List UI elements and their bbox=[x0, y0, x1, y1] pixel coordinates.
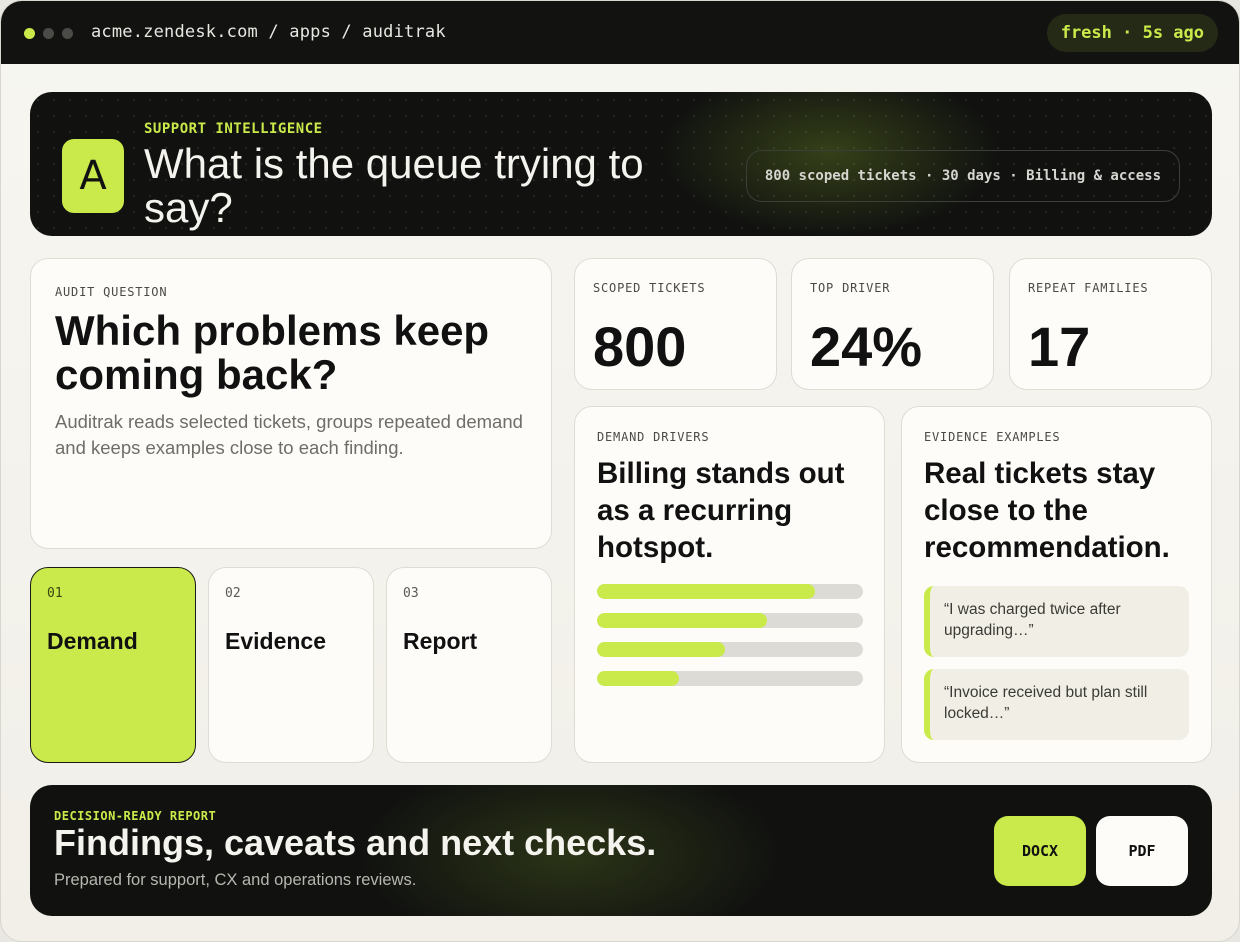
demand-drivers-title: Billing stands out as a recurring hotspo… bbox=[597, 457, 845, 564]
step-name: Demand bbox=[47, 628, 138, 654]
step-name: Report bbox=[403, 628, 478, 654]
export-docx-button[interactable]: DOCX bbox=[994, 816, 1086, 886]
demand-drivers-card: DEMAND DRIVERS Billing stands out as a r… bbox=[574, 406, 885, 763]
stat-label: SCOPED TICKETS bbox=[593, 281, 706, 295]
evidence-label: EVIDENCE EXAMPLES bbox=[924, 430, 1061, 444]
page-title: What is the queue trying to say? bbox=[144, 140, 644, 231]
report-banner: DECISION-READY REPORT Findings, caveats … bbox=[30, 785, 1212, 916]
driver-bar bbox=[597, 642, 863, 657]
step-tab-report[interactable]: 03 Report bbox=[386, 567, 552, 763]
ticket-quote[interactable]: “Invoice received but plan still locked…… bbox=[924, 669, 1189, 740]
url-breadcrumb[interactable]: acme.zendesk.com / apps / auditrak bbox=[91, 22, 446, 42]
stat-card-repeat-families: REPEAT FAMILIES 17 bbox=[1009, 258, 1212, 390]
step-tab-demand[interactable]: 01 Demand bbox=[30, 567, 196, 763]
demand-drivers-label: DEMAND DRIVERS bbox=[597, 430, 710, 444]
app-window: acme.zendesk.com / apps / auditrak fresh… bbox=[0, 0, 1240, 942]
report-subtitle: Prepared for support, CX and operations … bbox=[54, 871, 417, 889]
stat-value: 800 bbox=[593, 315, 687, 378]
driver-bar-fill bbox=[597, 642, 725, 657]
driver-bar-fill bbox=[597, 671, 680, 686]
hero-kicker: SUPPORT INTELLIGENCE bbox=[144, 121, 323, 137]
freshness-badge: fresh · 5s ago bbox=[1046, 14, 1218, 52]
step-number: 01 bbox=[47, 586, 63, 601]
step-name: Evidence bbox=[225, 628, 326, 654]
step-number: 03 bbox=[403, 586, 419, 601]
driver-bar-fill bbox=[597, 613, 768, 628]
audit-question-description: Auditrak reads selected tickets, groups … bbox=[55, 411, 523, 458]
app-logo: A bbox=[62, 139, 124, 213]
window-dot bbox=[43, 28, 54, 39]
audit-question-title: Which problems keep coming back? bbox=[55, 307, 490, 398]
report-kicker: DECISION-READY REPORT bbox=[54, 809, 217, 823]
driver-bar-fill bbox=[597, 584, 816, 599]
evidence-examples-card: EVIDENCE EXAMPLES Real tickets stay clos… bbox=[901, 406, 1212, 763]
export-pdf-button[interactable]: PDF bbox=[1096, 816, 1188, 886]
stat-value: 24% bbox=[810, 315, 923, 378]
audit-question-card: AUDIT QUESTION Which problems keep comin… bbox=[30, 258, 552, 549]
hero-banner: A SUPPORT INTELLIGENCE What is the queue… bbox=[30, 92, 1212, 236]
stat-value: 17 bbox=[1028, 315, 1091, 378]
step-tab-evidence[interactable]: 02 Evidence bbox=[208, 567, 374, 763]
driver-bar bbox=[597, 584, 863, 599]
driver-bar bbox=[597, 671, 863, 686]
stat-card-top-driver: TOP DRIVER 24% bbox=[791, 258, 994, 390]
report-title: Findings, caveats and next checks. bbox=[54, 822, 657, 863]
stat-label: TOP DRIVER bbox=[810, 281, 891, 295]
stat-label: REPEAT FAMILIES bbox=[1028, 281, 1149, 295]
window-dot-active bbox=[24, 28, 35, 39]
step-number: 02 bbox=[225, 586, 241, 601]
browser-bar: acme.zendesk.com / apps / auditrak fresh… bbox=[1, 1, 1239, 64]
stat-card-scoped-tickets: SCOPED TICKETS 800 bbox=[574, 258, 777, 390]
evidence-title: Real tickets stay close to the recommend… bbox=[924, 457, 1170, 564]
driver-bar bbox=[597, 613, 863, 628]
scope-pill[interactable]: 800 scoped tickets · 30 days · Billing &… bbox=[745, 150, 1180, 202]
audit-question-label: AUDIT QUESTION bbox=[55, 285, 168, 299]
ticket-quote[interactable]: “I was charged twice after upgrading…” bbox=[924, 586, 1189, 657]
driver-bars bbox=[597, 584, 863, 700]
window-dot bbox=[62, 28, 73, 39]
